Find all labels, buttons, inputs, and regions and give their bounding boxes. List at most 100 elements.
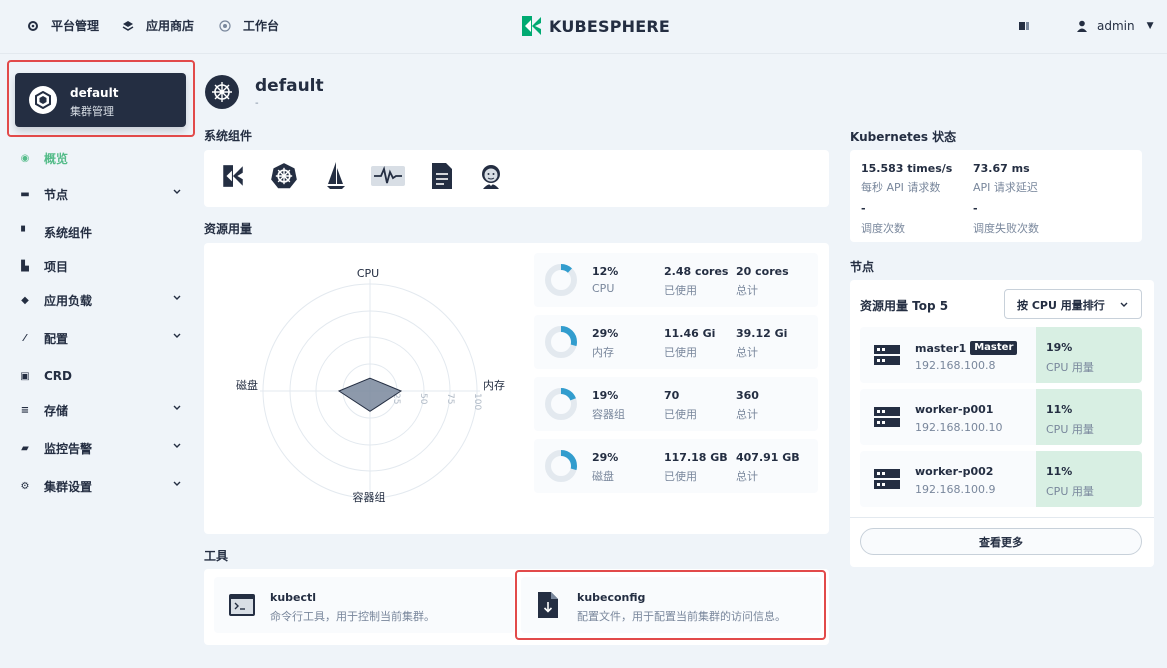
node-row[interactable]: worker-p001 192.168.100.10 11% CPU 用量 bbox=[860, 389, 1142, 445]
api-latency-label: API 请求延迟 bbox=[973, 181, 1038, 194]
user-icon bbox=[1077, 20, 1087, 32]
overview-icon: ◉ bbox=[20, 152, 30, 164]
kubesphere-icon[interactable] bbox=[215, 158, 251, 194]
crd-icon: ▣ bbox=[20, 370, 30, 382]
usage-name: 内存 bbox=[592, 346, 614, 359]
usage-used: 70 bbox=[664, 389, 680, 402]
stat-card: 19% 容器组 70 已使用 360 总计 bbox=[534, 377, 818, 431]
sidebar-item-label: 应用负载 bbox=[44, 293, 93, 308]
logging-icon[interactable] bbox=[424, 158, 460, 194]
chevron-down-icon[interactable] bbox=[172, 294, 182, 305]
nav-app-store[interactable]: 应用商店 bbox=[122, 17, 194, 34]
chevron-down-icon[interactable] bbox=[172, 442, 182, 453]
node-cpu-usage: 11% CPU 用量 bbox=[1036, 451, 1142, 507]
sidebar-item-1[interactable]: ▬ 节点 bbox=[18, 183, 186, 205]
sidebar-item-0[interactable]: ◉ 概览 bbox=[18, 147, 186, 169]
node-row[interactable]: worker-p002 192.168.100.9 11% CPU 用量 bbox=[860, 451, 1142, 507]
brand-text: KUBESPHERE bbox=[549, 16, 671, 36]
usage-name: CPU bbox=[592, 282, 615, 295]
node-name-wrap: worker-p002 bbox=[915, 465, 993, 478]
storage-icon: ≡ bbox=[20, 404, 30, 416]
gear-icon bbox=[28, 20, 38, 31]
node-ip: 192.168.100.10 bbox=[915, 421, 1003, 434]
username: admin bbox=[1097, 19, 1135, 33]
tool-kubectl-name: kubectl bbox=[270, 591, 317, 604]
schedule-count-label: 调度次数 bbox=[861, 222, 905, 235]
schedule-fail-label: 调度失败次数 bbox=[973, 222, 1039, 235]
nav-workbench[interactable]: 工作台 bbox=[219, 17, 279, 34]
usage-percent: 12% bbox=[592, 265, 619, 278]
kubesphere-logo[interactable]: KUBESPHERE bbox=[519, 14, 670, 38]
usage-percent: 19% bbox=[592, 389, 619, 402]
node-name: worker-p001 bbox=[915, 403, 994, 416]
node-sort-value: 按 CPU 用量排行 bbox=[1017, 299, 1105, 312]
schedule-fail-count: - bbox=[973, 202, 978, 215]
server-icon bbox=[874, 345, 900, 365]
nodes-top-title: 资源用量 Top 5 bbox=[860, 299, 949, 313]
chevron-down-icon[interactable] bbox=[172, 188, 182, 199]
node-sort-select[interactable]: 按 CPU 用量排行 bbox=[1004, 289, 1142, 319]
workloads-icon: ◆ bbox=[21, 294, 29, 306]
monitoring-icon: ▰ bbox=[21, 442, 29, 454]
usage-used-label: 已使用 bbox=[664, 470, 697, 483]
node-row[interactable]: master1 Master 192.168.100.8 19% CPU 用量 bbox=[860, 327, 1142, 383]
monitoring-icon[interactable] bbox=[369, 158, 407, 194]
stat-card: 29% 磁盘 117.18 GB 已使用 407.91 GB 总计 bbox=[534, 439, 818, 493]
stat-card: 29% 内存 11.46 Gi 已使用 39.12 Gi 总计 bbox=[534, 315, 818, 369]
usage-total-label: 总计 bbox=[736, 284, 758, 297]
nav-platform-management[interactable]: 平台管理 bbox=[27, 17, 99, 34]
usage-total: 407.91 GB bbox=[736, 451, 800, 464]
usage-used-label: 已使用 bbox=[664, 408, 697, 421]
sidebar-item-4[interactable]: ◆ 应用负载 bbox=[18, 289, 186, 311]
resource-radar-chart: 25 50 75 100 CPU 内存 容器组 磁盘 bbox=[236, 267, 505, 504]
node-cpu-percent: 19% bbox=[1046, 341, 1073, 354]
istio-icon[interactable] bbox=[318, 158, 354, 194]
sidebar-item-5[interactable]: ⁄ 配置 bbox=[18, 327, 186, 349]
radar-label-memory: 内存 bbox=[483, 378, 505, 392]
sidebar-item-7[interactable]: ≡ 存储 bbox=[18, 399, 186, 421]
node-name: master1 bbox=[915, 341, 967, 355]
sidebar-item-9[interactable]: ⚙ 集群设置 bbox=[18, 475, 186, 497]
view-more-button[interactable]: 查看更多 bbox=[860, 528, 1142, 555]
kubesphere-logo-icon bbox=[522, 16, 541, 36]
sidebar-item-6[interactable]: ▣ CRD bbox=[18, 365, 186, 387]
sidebar-item-label: 监控告警 bbox=[44, 441, 93, 456]
node-cpu-label: CPU 用量 bbox=[1046, 485, 1094, 498]
chevron-down-icon[interactable] bbox=[172, 480, 182, 491]
tools-title: 工具 bbox=[204, 549, 229, 563]
page-title: default bbox=[255, 76, 324, 96]
node-cpu-usage: 19% CPU 用量 bbox=[1036, 327, 1142, 383]
docs-icon[interactable] bbox=[1019, 22, 1029, 30]
usage-total-label: 总计 bbox=[736, 470, 758, 483]
sidebar-item-label: 配置 bbox=[44, 331, 69, 346]
api-latency: 73.67 ms bbox=[973, 162, 1030, 175]
sidebar-item-3[interactable]: ▙ 项目 bbox=[18, 255, 186, 277]
chevron-down-icon[interactable] bbox=[172, 332, 182, 343]
nodes-icon: ▬ bbox=[20, 188, 30, 200]
config-icon: ⁄ bbox=[24, 332, 26, 344]
kubernetes-icon[interactable] bbox=[266, 158, 302, 194]
projects-icon: ▙ bbox=[21, 260, 29, 272]
chevron-down-icon[interactable] bbox=[172, 404, 182, 415]
user-menu[interactable]: admin ▼ bbox=[1077, 19, 1154, 33]
settings-icon: ⚙ bbox=[20, 480, 30, 492]
divider bbox=[850, 517, 1154, 518]
sidebar-item-2[interactable]: ▘ 系统组件 bbox=[18, 221, 186, 243]
nav-workbench-label: 工作台 bbox=[243, 19, 280, 33]
tool-kubectl-desc: 命令行工具，用于控制当前集群。 bbox=[270, 610, 435, 623]
sidebar-item-8[interactable]: ▰ 监控告警 bbox=[18, 437, 186, 459]
usage-donut bbox=[545, 326, 577, 358]
usage-donut bbox=[545, 450, 577, 482]
schedule-count: - bbox=[861, 202, 866, 215]
sidebar-item-label: 项目 bbox=[44, 259, 69, 274]
radar-tick-label: 100 bbox=[472, 393, 482, 410]
node-cpu-usage: 11% CPU 用量 bbox=[1036, 389, 1142, 445]
k8s-status-title: Kubernetes 状态 bbox=[850, 130, 957, 144]
sidebar-item-label: CRD bbox=[44, 369, 73, 383]
node-cpu-percent: 11% bbox=[1046, 403, 1073, 416]
layers-icon bbox=[122, 20, 134, 31]
tool-kubectl[interactable]: kubectl 命令行工具，用于控制当前集群。 bbox=[214, 577, 514, 633]
usage-percent: 29% bbox=[592, 327, 619, 340]
usage-used-label: 已使用 bbox=[664, 284, 697, 297]
devops-jenkins-icon[interactable] bbox=[473, 158, 509, 194]
